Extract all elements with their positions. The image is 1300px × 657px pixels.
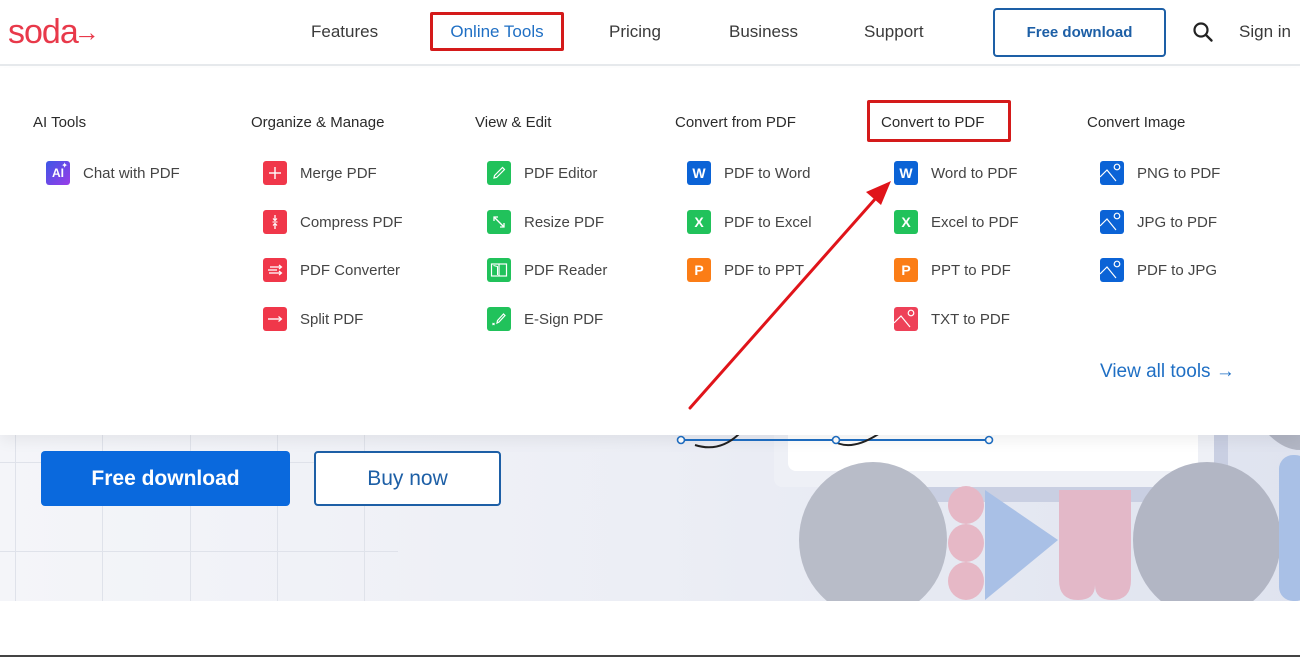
- tool-pdf-to-ppt[interactable]: P PDF to PPT: [687, 258, 804, 282]
- site-header: soda→ Features Online Tools Pricing Busi…: [0, 0, 1300, 66]
- tool-png-to-pdf[interactable]: PNG to PDF: [1100, 161, 1220, 185]
- selection-handle: [984, 435, 994, 445]
- column-title-view-edit: View & Edit: [475, 114, 552, 131]
- image-icon: [1100, 258, 1124, 282]
- ppt-icon: P: [687, 258, 711, 282]
- tool-jpg-to-pdf[interactable]: JPG to PDF: [1100, 210, 1217, 234]
- tool-merge-pdf[interactable]: Merge PDF: [263, 161, 377, 185]
- tool-label: PNG to PDF: [1137, 164, 1221, 182]
- tool-e-sign-pdf[interactable]: E-Sign PDF: [487, 307, 603, 331]
- nav-pricing[interactable]: Pricing: [609, 22, 661, 42]
- tool-pdf-to-excel[interactable]: X PDF to Excel: [687, 210, 812, 234]
- tool-label: E-Sign PDF: [524, 310, 604, 328]
- column-title-organize-manage: Organize & Manage: [251, 114, 385, 131]
- column-title-convert-to-pdf: Convert to PDF: [881, 114, 985, 131]
- tool-compress-pdf[interactable]: Compress PDF: [263, 210, 403, 234]
- merge-icon: [263, 161, 287, 185]
- tool-label: Chat with PDF: [83, 164, 180, 182]
- nav-online-tools-label: Online Tools: [450, 21, 544, 41]
- tool-chat-with-pdf[interactable]: AI ✦ Chat with PDF: [46, 161, 180, 185]
- ppt-icon: P: [894, 258, 918, 282]
- tool-word-to-pdf[interactable]: W Word to PDF: [894, 161, 1017, 185]
- converter-icon: [263, 258, 287, 282]
- soda-logo[interactable]: soda→: [8, 14, 103, 52]
- tool-label: PDF to JPG: [1137, 261, 1218, 279]
- shape-arc: [1269, 435, 1300, 450]
- logo-arrow-icon: →: [73, 17, 100, 47]
- online-tools-menu: AI Tools AI ✦ Chat with PDF Organize & Ma…: [0, 68, 1300, 435]
- pencil-icon: [487, 161, 511, 185]
- tool-label: Word to PDF: [931, 164, 1018, 182]
- shape-dot: [948, 562, 984, 600]
- compress-icon: [263, 210, 287, 234]
- tool-label: TXT to PDF: [931, 310, 1010, 328]
- sign-in-link[interactable]: Sign in: [1239, 22, 1291, 42]
- tool-label: PDF to PPT: [724, 261, 805, 279]
- tool-resize-pdf[interactable]: Resize PDF: [487, 210, 604, 234]
- search-icon[interactable]: [1192, 21, 1214, 43]
- tool-txt-to-pdf[interactable]: TXT to PDF: [894, 307, 1010, 331]
- book-icon: [487, 258, 511, 282]
- nav-support[interactable]: Support: [864, 22, 924, 42]
- tool-label: Resize PDF: [524, 213, 605, 231]
- logo-text: soda: [8, 13, 79, 51]
- nav-business[interactable]: Business: [729, 22, 798, 42]
- tool-excel-to-pdf[interactable]: X Excel to PDF: [894, 210, 1019, 234]
- tool-label: Compress PDF: [300, 213, 403, 231]
- view-all-tools-link[interactable]: View all tools →: [1100, 361, 1235, 383]
- split-icon: [263, 307, 287, 331]
- excel-icon: X: [687, 210, 711, 234]
- shape-pink-bar: [1059, 490, 1131, 600]
- shape-dot: [948, 486, 984, 524]
- excel-icon: X: [894, 210, 918, 234]
- image-icon: [1100, 161, 1124, 185]
- tool-ppt-to-pdf[interactable]: P PPT to PDF: [894, 258, 1011, 282]
- tool-label: PDF Editor: [524, 164, 598, 182]
- tool-label: PDF Converter: [300, 261, 401, 279]
- hero-section: Free download Buy now: [0, 435, 1300, 601]
- resize-icon: [487, 210, 511, 234]
- signature-icon: [487, 307, 511, 331]
- tool-pdf-to-jpg[interactable]: PDF to JPG: [1100, 258, 1217, 282]
- hero-buy-now-button[interactable]: Buy now: [314, 451, 501, 506]
- tool-label: PDF Reader: [524, 261, 608, 279]
- tool-label: Split PDF: [300, 310, 364, 328]
- hero-free-download-button[interactable]: Free download: [41, 451, 290, 506]
- tool-pdf-reader[interactable]: PDF Reader: [487, 258, 607, 282]
- column-title-convert-image: Convert Image: [1087, 114, 1186, 131]
- tool-pdf-converter[interactable]: PDF Converter: [263, 258, 400, 282]
- word-icon: W: [894, 161, 918, 185]
- selection-handle: [831, 435, 841, 445]
- tool-label: PDF to Excel: [724, 213, 812, 231]
- column-title-ai-tools: AI Tools: [33, 114, 87, 131]
- tool-label: JPG to PDF: [1137, 213, 1218, 231]
- shape-triangle: [985, 490, 1058, 600]
- shape-dot: [948, 524, 984, 562]
- selection-handle: [676, 435, 686, 445]
- nav-online-tools[interactable]: Online Tools: [430, 12, 564, 51]
- nav-features[interactable]: Features: [311, 22, 378, 42]
- image-icon: [894, 307, 918, 331]
- tool-label: PPT to PDF: [931, 261, 1011, 279]
- ai-icon: AI ✦: [46, 161, 70, 185]
- image-icon: [1100, 210, 1124, 234]
- shape-blue-bar: [1279, 455, 1300, 601]
- tool-split-pdf[interactable]: Split PDF: [263, 307, 363, 331]
- tool-label: Merge PDF: [300, 164, 377, 182]
- tool-label: Excel to PDF: [931, 213, 1019, 231]
- tool-pdf-to-word[interactable]: W PDF to Word: [687, 161, 810, 185]
- word-icon: W: [687, 161, 711, 185]
- header-free-download-button[interactable]: Free download: [993, 8, 1166, 57]
- tool-label: PDF to Word: [724, 164, 811, 182]
- column-title-convert-from-pdf: Convert from PDF: [675, 114, 796, 131]
- tool-pdf-editor[interactable]: PDF Editor: [487, 161, 597, 185]
